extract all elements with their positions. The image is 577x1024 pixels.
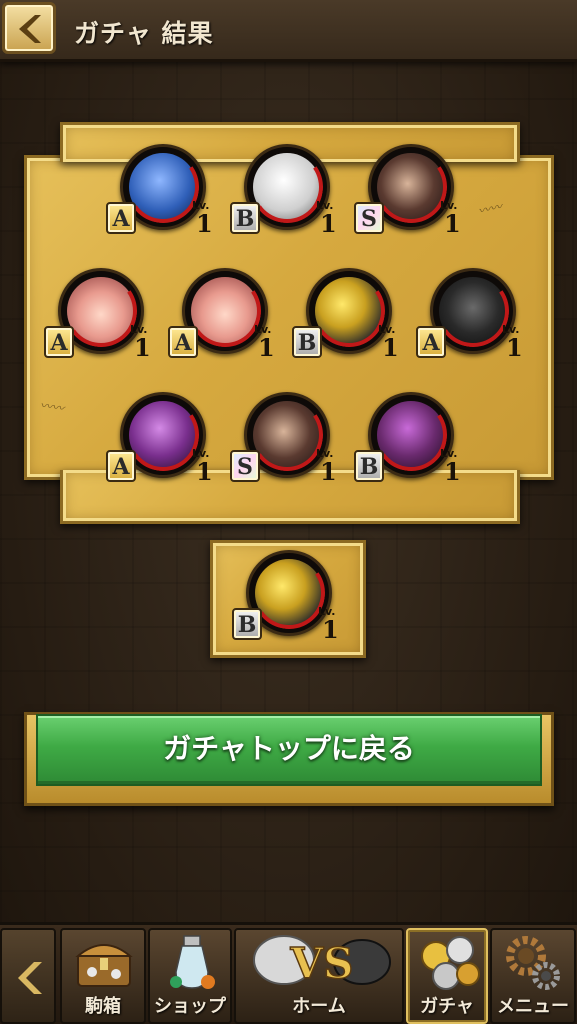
unit-portrait bbox=[255, 559, 323, 627]
rank-badge: A bbox=[106, 202, 136, 234]
svg-text:VS: VS bbox=[290, 939, 354, 988]
back-button[interactable] bbox=[2, 2, 56, 54]
vs-icon: VS bbox=[253, 935, 391, 989]
level-value: 1 bbox=[258, 333, 275, 362]
nav-item-shop[interactable]: ショップ bbox=[148, 928, 232, 1024]
level-value: 1 bbox=[320, 209, 337, 238]
potion-icon bbox=[170, 935, 215, 989]
unit-portrait bbox=[129, 401, 197, 469]
unit-portrait bbox=[377, 401, 445, 469]
rank-badge: S bbox=[354, 202, 384, 234]
nav-label: ガチャ bbox=[420, 996, 474, 1017]
nav-label: ショップ bbox=[154, 996, 226, 1017]
unit-card[interactable]: A Lv. 1 bbox=[168, 252, 278, 362]
level-value: 1 bbox=[444, 209, 461, 238]
unit-card[interactable]: S Lv. 1 bbox=[230, 376, 340, 486]
nav-label: メニュー bbox=[497, 996, 569, 1017]
rank-badge: A bbox=[106, 450, 136, 482]
unit-card[interactable]: B Lv. 1 bbox=[354, 376, 464, 486]
level-value: 1 bbox=[196, 209, 213, 238]
gears-icon bbox=[506, 936, 560, 990]
nav-label: ホーム bbox=[292, 996, 346, 1017]
unit-card[interactable]: S Lv. 1 bbox=[354, 128, 464, 238]
rank-badge: B bbox=[354, 450, 384, 482]
chevron-left-icon bbox=[19, 15, 41, 43]
level-value: 1 bbox=[320, 457, 337, 486]
unit-card[interactable]: A Lv. 1 bbox=[106, 128, 216, 238]
rank-badge: S bbox=[230, 450, 260, 482]
level-value: 1 bbox=[322, 615, 339, 644]
rank-badge: A bbox=[168, 326, 198, 358]
nav-back-button[interactable] bbox=[0, 928, 56, 1024]
rank-badge: A bbox=[44, 326, 74, 358]
unit-portrait bbox=[439, 277, 507, 345]
unit-portrait bbox=[129, 153, 197, 221]
rank-badge: B bbox=[292, 326, 322, 358]
unit-portrait bbox=[253, 401, 321, 469]
return-button-label: ガチャトップに戻る bbox=[163, 732, 415, 765]
page-title: ガチャ 結果 bbox=[74, 19, 214, 48]
unit-card[interactable]: A Lv. 1 bbox=[416, 252, 526, 362]
unit-card[interactable]: B Lv. 1 bbox=[292, 252, 402, 362]
nav-item-box[interactable]: 駒箱 bbox=[60, 928, 146, 1024]
chest-icon bbox=[75, 944, 133, 987]
nav-item-menu[interactable]: メニュー bbox=[490, 928, 576, 1024]
unit-portrait bbox=[191, 277, 259, 345]
unit-portrait bbox=[315, 277, 383, 345]
level-value: 1 bbox=[196, 457, 213, 486]
rank-badge: B bbox=[232, 608, 262, 640]
unit-portrait bbox=[67, 277, 135, 345]
signature-scribble: 〰〰 bbox=[39, 398, 65, 416]
rank-badge: A bbox=[416, 326, 446, 358]
rank-badge: B bbox=[230, 202, 260, 234]
unit-card[interactable]: A Lv. 1 bbox=[44, 252, 154, 362]
unit-portrait bbox=[253, 153, 321, 221]
coins-icon bbox=[421, 936, 480, 990]
nav-item-home[interactable]: VS ホーム bbox=[234, 928, 404, 1024]
unit-portrait bbox=[377, 153, 445, 221]
level-value: 1 bbox=[134, 333, 151, 362]
return-to-gacha-top-button[interactable]: ガチャトップに戻る bbox=[36, 714, 542, 786]
unit-card[interactable]: B Lv. 1 bbox=[230, 128, 340, 238]
unit-card[interactable]: B Lv. 1 bbox=[232, 534, 342, 644]
chevron-left-icon bbox=[18, 962, 42, 994]
level-value: 1 bbox=[382, 333, 399, 362]
unit-card[interactable]: A Lv. 1 bbox=[106, 376, 216, 486]
header-bar: ガチャ 結果 bbox=[0, 0, 577, 62]
nav-label: 駒箱 bbox=[85, 996, 121, 1017]
nav-item-gacha[interactable]: ガチャ bbox=[406, 928, 488, 1024]
level-value: 1 bbox=[506, 333, 523, 362]
level-value: 1 bbox=[444, 457, 461, 486]
